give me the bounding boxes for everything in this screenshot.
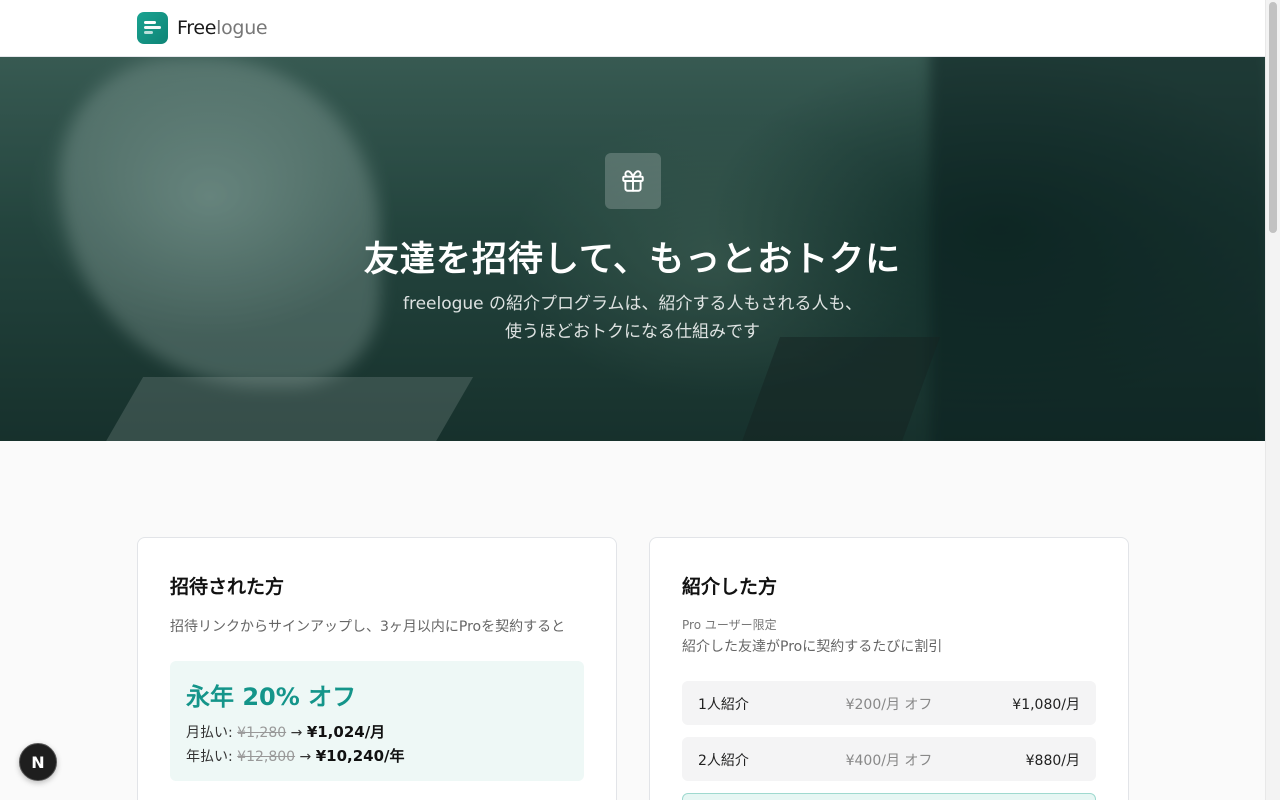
hero-section: 友達を招待して、もっとおトクに freelogue の紹介プログラムは、紹介する… [0,57,1265,441]
nextjs-logo-icon: N [31,752,45,772]
yearly-price-line: 年払い: ¥12,800 → ¥10,240/年 [186,745,405,766]
brand-name: Freelogue [177,17,268,39]
yearly-old-price: ¥12,800 [237,749,296,765]
logo-icon [137,12,168,44]
yearly-new-price: ¥10,240/年 [315,747,405,765]
gift-icon [622,170,644,192]
referrer-card-note: Pro ユーザー限定 [682,618,777,632]
invited-card: 招待された方 招待リンクからサインアップし、3ヶ月以内にProを契約すると 永年… [137,537,617,800]
gift-icon-box [605,153,661,209]
brand-name-light: logue [216,17,268,39]
site-header: Freelogue [0,0,1265,57]
invited-card-title: 招待された方 [170,576,285,598]
invited-offer-box: 永年 20% オフ 月払い: ¥1,280 → ¥1,024/月 年払い: ¥1… [170,661,584,781]
tier-price: ¥880/月 [1025,753,1080,769]
monthly-price-line: 月払い: ¥1,280 → ¥1,024/月 [186,721,385,742]
monthly-arrow: → [286,725,307,741]
referral-tier-row: 1人紹介 ¥200/月 オフ ¥1,080/月 [682,681,1096,725]
hero-title: 友達を招待して、もっとおトクに [363,240,902,280]
brand-logo-link[interactable]: Freelogue [137,12,268,44]
monthly-new-price: ¥1,024/月 [306,723,386,741]
referrer-card: 紹介した方 Pro ユーザー限定 紹介した友達がProに契約するたびに割引 1人… [649,537,1129,800]
yearly-arrow: → [295,749,316,765]
referral-tier-row: 2人紹介 ¥400/月 オフ ¥880/月 [682,737,1096,781]
yearly-label: 年払い: [186,749,238,765]
tier-price: ¥1,080/月 [1012,697,1080,713]
referrer-card-title: 紹介した方 [682,576,778,598]
brand-name-bold: Free [177,17,217,39]
hero-subtitle-line-1: freelogue の紹介プログラムは、紹介する人もされる人も、 [402,294,863,314]
referrer-card-description: 紹介した友達がProに契約するたびに割引 [682,639,943,655]
invited-card-description: 招待リンクからサインアップし、3ヶ月以内にProを契約すると [170,619,566,635]
monthly-label: 月払い: [186,725,238,741]
scrollbar-thumb[interactable] [1269,2,1277,233]
monthly-old-price: ¥1,280 [237,725,287,741]
hero-subtitle-line-2: 使うほどおトクになる仕組みです [505,322,760,342]
referral-tier-row-highlighted [682,793,1096,800]
hero-subtitle: freelogue の紹介プログラムは、紹介する人もされる人も、 使うほどおトク… [0,290,1265,346]
nextjs-dev-indicator-button[interactable]: N [19,743,57,781]
hero-content: 友達を招待して、もっとおトクに freelogue の紹介プログラムは、紹介する… [0,57,1265,441]
invited-offer-title: 永年 20% オフ [186,683,357,711]
page-scrollbar[interactable] [1265,0,1280,800]
